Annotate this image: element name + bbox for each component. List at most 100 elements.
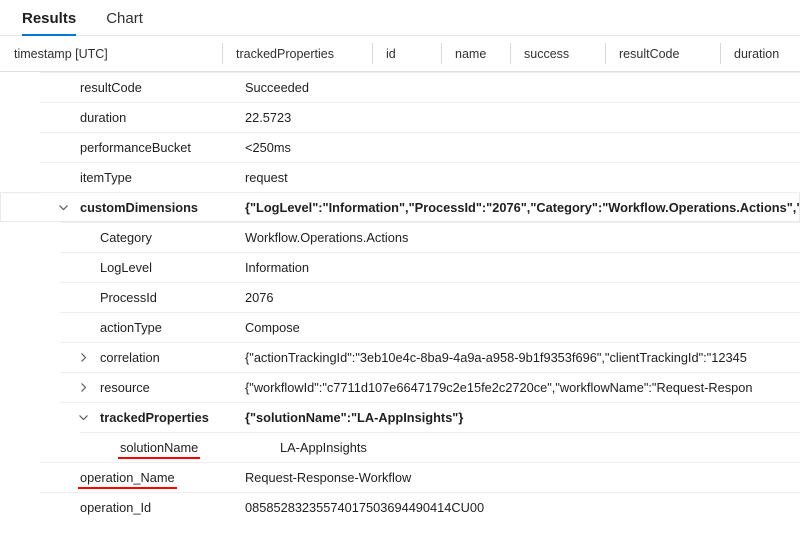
detail-row-value: Workflow.Operations.Actions xyxy=(245,222,800,252)
detail-row-key: duration xyxy=(80,102,126,132)
column-header-success[interactable]: success xyxy=(510,36,605,71)
detail-row-key: operation_Name xyxy=(78,462,177,492)
field-value: LA-AppInsights xyxy=(280,439,367,455)
field-value: Information xyxy=(245,259,310,275)
detail-row-key: correlation xyxy=(100,342,160,372)
column-header-label: trackedProperties xyxy=(236,46,334,61)
highlighted-field-name: solutionName xyxy=(117,439,201,459)
detail-row[interactable]: performanceBucket <250ms xyxy=(0,132,800,162)
field-name: Category xyxy=(100,229,152,245)
detail-row-value: 2076 xyxy=(245,282,800,312)
detail-row-value: {"solutionName":"LA-AppInsights"} xyxy=(245,402,800,432)
detail-row-value: {"workflowId":"c7711d107e6647179c2e15fe2… xyxy=(245,372,800,402)
field-name: resultCode xyxy=(80,79,142,95)
field-name: performanceBucket xyxy=(80,139,191,155)
detail-row[interactable]: ProcessId 2076 xyxy=(0,282,800,312)
field-name: correlation xyxy=(100,349,160,365)
detail-row-key: actionType xyxy=(100,312,162,342)
detail-row-key: ProcessId xyxy=(100,282,157,312)
detail-row-key: LogLevel xyxy=(100,252,152,282)
field-name: resource xyxy=(100,379,150,395)
field-name: actionType xyxy=(100,319,162,335)
column-header-label: id xyxy=(386,46,396,61)
detail-row-value: request xyxy=(245,162,800,192)
detail-row-key: operation_Id xyxy=(80,492,151,522)
chevron-down-icon[interactable] xyxy=(74,408,92,426)
chevron-right-icon[interactable] xyxy=(74,378,92,396)
field-value: 08585283235574017503694490414CU00 xyxy=(245,499,485,515)
detail-row[interactable]: Category Workflow.Operations.Actions xyxy=(0,222,800,252)
detail-row-key: customDimensions xyxy=(80,192,198,222)
column-header-duration[interactable]: duration xyxy=(720,36,800,71)
column-header-timestamp-utc[interactable]: timestamp [UTC] xyxy=(0,36,222,71)
detail-row-key: Category xyxy=(100,222,152,252)
field-value: {"solutionName":"LA-AppInsights"} xyxy=(245,409,464,425)
detail-row[interactable]: correlation {"actionTrackingId":"3eb10e4c… xyxy=(0,342,800,372)
field-value: 22.5723 xyxy=(245,109,292,125)
field-name: itemType xyxy=(80,169,132,185)
chevron-down-icon[interactable] xyxy=(54,198,72,216)
chevron-right-icon[interactable] xyxy=(74,348,92,366)
tab-chart-label: Chart xyxy=(106,10,143,27)
detail-row[interactable]: trackedProperties {"solutionName":"LA-App… xyxy=(0,402,800,432)
field-value: Succeeded xyxy=(245,79,310,95)
column-header-name[interactable]: name xyxy=(441,36,510,71)
field-name: customDimensions xyxy=(80,199,199,215)
field-name: trackedProperties xyxy=(100,409,209,425)
detail-row-value: {"LogLevel":"Information","ProcessId":"2… xyxy=(245,192,800,222)
detail-row[interactable]: actionType Compose xyxy=(0,312,800,342)
column-header-label: resultCode xyxy=(619,46,680,61)
tab-results[interactable]: Results xyxy=(22,11,92,36)
detail-row-key: performanceBucket xyxy=(80,132,191,162)
detail-row-value: <250ms xyxy=(245,132,800,162)
field-value: {"actionTrackingId":"3eb10e4c-8ba9-4a9a-… xyxy=(245,349,747,365)
detail-row[interactable]: LogLevel Information xyxy=(0,252,800,282)
field-value: 2076 xyxy=(245,289,274,305)
field-value: {"LogLevel":"Information","ProcessId":"2… xyxy=(245,199,800,215)
detail-row[interactable]: itemType request xyxy=(0,162,800,192)
results-column-header: timestamp [UTC] trackedProperties id name su… xyxy=(0,36,800,72)
field-value: <250ms xyxy=(245,139,291,155)
field-value: Workflow.Operations.Actions xyxy=(245,229,409,245)
field-value: {"workflowId":"c7711d107e6647179c2e15fe2… xyxy=(245,379,753,395)
detail-row[interactable]: customDimensions {"LogLevel":"Information… xyxy=(0,192,800,222)
column-header-label: timestamp [UTC] xyxy=(14,46,108,61)
detail-row-key: resource xyxy=(100,372,150,402)
detail-row-value: LA-AppInsights xyxy=(280,432,800,462)
detail-row[interactable]: operation_Name Request-Response-Workflow xyxy=(0,462,800,492)
column-header-trackedproperties[interactable]: trackedProperties xyxy=(222,36,372,71)
detail-row-value: Compose xyxy=(245,312,800,342)
field-name: duration xyxy=(80,109,127,125)
detail-row-key: itemType xyxy=(80,162,132,192)
detail-row[interactable]: solutionName LA-AppInsights xyxy=(0,432,800,462)
record-detail-grid: resultCode Succeeded duration 22.5723 perfor… xyxy=(0,72,800,522)
detail-row-key: resultCode xyxy=(80,72,142,102)
detail-row[interactable]: duration 22.5723 xyxy=(0,102,800,132)
detail-row-key: trackedProperties xyxy=(100,402,209,432)
detail-row[interactable]: operation_Id 0858528323557401750369449041… xyxy=(0,492,800,522)
field-name: ProcessId xyxy=(100,289,157,305)
tab-chart[interactable]: Chart xyxy=(106,11,159,36)
field-value: request xyxy=(245,169,288,185)
column-header-label: success xyxy=(524,46,570,61)
column-header-resultcode[interactable]: resultCode xyxy=(605,36,720,71)
field-name: operation_Id xyxy=(80,499,152,515)
detail-row-value: 22.5723 xyxy=(245,102,800,132)
detail-row[interactable]: resource {"workflowId":"c7711d107e6647179… xyxy=(0,372,800,402)
detail-row-value: 08585283235574017503694490414CU00 xyxy=(245,492,800,522)
detail-row-key: solutionName xyxy=(117,432,201,462)
field-value: Request-Response-Workflow xyxy=(245,469,412,485)
highlighted-field-name: operation_Name xyxy=(78,469,177,489)
tab-strip: Results Chart xyxy=(0,0,800,36)
detail-row-value: Request-Response-Workflow xyxy=(245,462,800,492)
column-header-label: duration xyxy=(734,46,780,61)
column-header-id[interactable]: id xyxy=(372,36,441,71)
field-name: LogLevel xyxy=(100,259,152,275)
detail-row-value: {"actionTrackingId":"3eb10e4c-8ba9-4a9a-… xyxy=(245,342,800,372)
detail-row[interactable]: resultCode Succeeded xyxy=(0,72,800,102)
detail-row-value: Information xyxy=(245,252,800,282)
detail-row-value: Succeeded xyxy=(245,72,800,102)
field-value: Compose xyxy=(245,319,300,335)
tab-results-label: Results xyxy=(22,10,77,27)
column-header-label: name xyxy=(455,46,487,61)
